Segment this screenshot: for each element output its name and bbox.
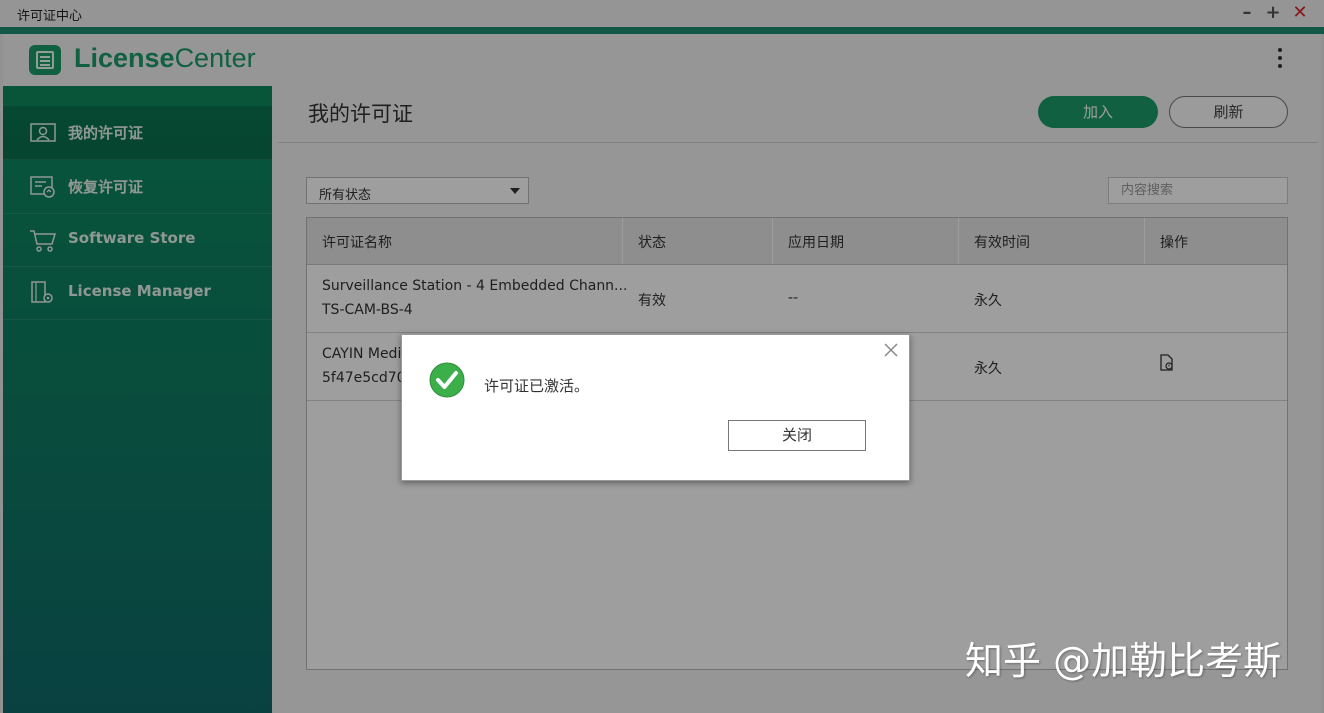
activation-success-dialog: 许可证已激活。 关闭 bbox=[401, 334, 910, 481]
close-button[interactable]: 关闭 bbox=[728, 420, 866, 451]
watermark: 知乎 @加勒比考斯 bbox=[965, 639, 1282, 683]
close-icon[interactable] bbox=[882, 341, 900, 359]
success-check-icon bbox=[429, 362, 465, 398]
dialog-message: 许可证已激活。 bbox=[484, 377, 590, 395]
